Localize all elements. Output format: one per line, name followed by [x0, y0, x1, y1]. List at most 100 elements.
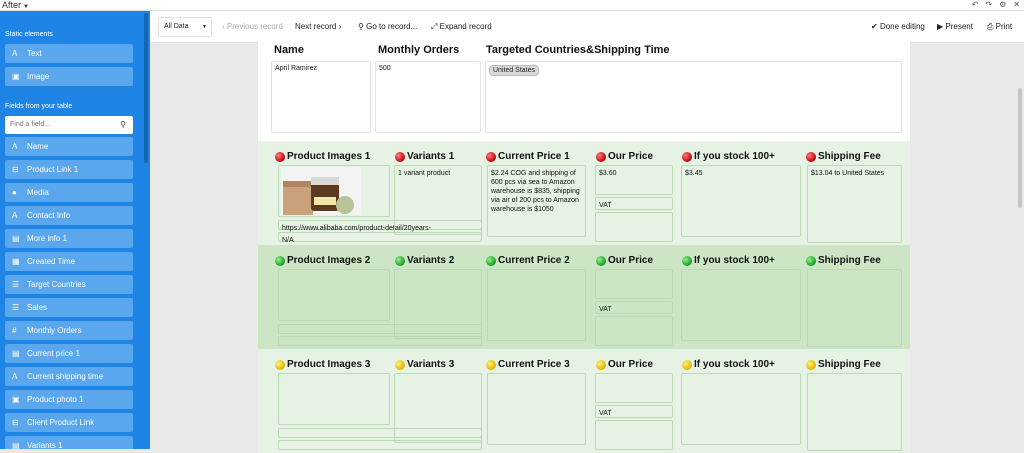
variants-field[interactable] — [394, 269, 482, 339]
name-field[interactable]: April Ramirez — [271, 61, 371, 133]
section-header-label: If you stock 100+ — [694, 255, 775, 266]
stock-100-field[interactable]: $3.45 — [681, 165, 801, 237]
variants-field[interactable] — [394, 373, 482, 443]
vat-label-field[interactable]: VAT — [595, 301, 673, 314]
our-price-field[interactable] — [595, 269, 673, 299]
current-price-field[interactable] — [487, 373, 586, 445]
section-header-label: Current Price 3 — [498, 359, 570, 370]
stock-100-field[interactable] — [681, 373, 801, 445]
section-2: Product Images 2 Variants 2 Current Price … — [258, 245, 910, 349]
static-item-label: Image — [27, 72, 50, 81]
image-icon: ▣ — [12, 395, 20, 404]
settings-icon[interactable]: ⚙ — [999, 0, 1006, 10]
field-item-monthly-orders[interactable]: # Monthly Orders — [5, 321, 133, 340]
field-item-product-photo-1[interactable]: ▣ Product photo 1 — [5, 390, 133, 409]
vat-value-field[interactable] — [595, 420, 673, 450]
product-image-field[interactable] — [278, 373, 390, 425]
field-item-product-link-1[interactable]: ⊟ Product Link 1 — [5, 160, 133, 179]
name-header: Name — [274, 44, 304, 56]
expand-record-label: Expand record — [439, 22, 492, 31]
product-image-field[interactable] — [278, 165, 390, 217]
field-item-current-shipping-time[interactable]: A Current shipping time — [5, 367, 133, 386]
close-icon[interactable]: ✕ — [1013, 0, 1020, 10]
section-header-label: Product Images 2 — [287, 255, 371, 266]
field-item-label: Contact Info — [27, 211, 71, 220]
variants-field[interactable]: 1 variant product — [394, 165, 482, 235]
fields-heading: Fields from your table — [5, 103, 73, 110]
countries-field[interactable]: United States — [485, 61, 902, 133]
select-icon: ☰ — [12, 303, 20, 312]
monthly-orders-field[interactable]: 500 — [375, 61, 481, 133]
go-to-record-button[interactable]: ⚲ Go to record... — [358, 11, 417, 43]
shipping-fee-field-value: $13.04 to United States — [811, 170, 885, 177]
field-item-label: Variants 1 — [27, 441, 63, 449]
product-images-header: Product Images 1 — [275, 151, 370, 162]
vat-value-field[interactable] — [595, 316, 673, 346]
field-item-variants-1[interactable]: ▤ Variants 1 — [5, 436, 133, 449]
vat-label-field[interactable]: VAT — [595, 405, 673, 418]
calendar-icon: ▦ — [12, 257, 20, 266]
section-header-label: Our Price — [608, 359, 654, 370]
vat-label-field[interactable]: VAT — [595, 197, 673, 210]
product-image-field[interactable] — [278, 269, 390, 321]
sidebar: Static elements A Text ▣ Image Fields from… — [0, 11, 150, 449]
page-scrollbar[interactable] — [1018, 88, 1022, 208]
field-item-contact-info[interactable]: A Contact Info — [5, 206, 133, 225]
green-status-icon — [806, 255, 816, 266]
view-select[interactable]: All Data ▼ — [158, 17, 212, 37]
field-item-target-countries[interactable]: ☰ Target Countries — [5, 275, 133, 294]
current-price-field[interactable]: $2.24 COG and shipping of 600 pcs via se… — [487, 165, 586, 237]
next-record-label: Next record — [295, 22, 337, 31]
red-status-icon — [395, 151, 405, 162]
section-header-label: Variants 2 — [407, 255, 455, 266]
current-price-field[interactable] — [487, 269, 586, 341]
field-item-more-info-1[interactable]: ▤ More info 1 — [5, 229, 133, 248]
current-price-field-value: $2.24 COG and shipping of 600 pcs via se… — [491, 170, 580, 213]
field-item-label: Target Countries — [27, 280, 86, 289]
our-price-field[interactable]: $3.60 — [595, 165, 673, 195]
field-item-label: Media — [27, 188, 49, 197]
present-button[interactable]: ▶ Present — [937, 11, 973, 43]
product-photo — [281, 167, 361, 215]
field-item-current-price-1[interactable]: ▤ Current price 1 — [5, 344, 133, 363]
section-header-label: Current Price 2 — [498, 255, 570, 266]
variants-header: Variants 2 — [395, 255, 454, 266]
redo-icon[interactable]: ↷ — [985, 0, 992, 10]
our-price-field[interactable] — [595, 373, 673, 403]
expand-record-button[interactable]: ⤢ Expand record — [431, 11, 492, 43]
expand-icon: ⤢ — [431, 22, 440, 31]
link-icon: ⊟ — [12, 165, 19, 174]
undo-icon[interactable]: ↶ — [972, 0, 979, 10]
country-tag[interactable]: United States — [489, 65, 540, 76]
field-item-label: Current price 1 — [27, 349, 80, 358]
field-search-input[interactable]: Find a field... ⚲ — [5, 116, 133, 134]
done-editing-label: Done editing — [879, 22, 925, 31]
static-item-text[interactable]: A Text — [5, 44, 133, 63]
red-status-icon — [682, 151, 692, 162]
field-item-name[interactable]: A Name — [5, 137, 133, 156]
record-page: Name Monthly Orders Targeted Countries&S… — [258, 41, 910, 453]
done-editing-button[interactable]: ✔ Done editing — [871, 11, 925, 43]
search-icon: ⚲ — [120, 120, 126, 129]
extra-field-value: N/A — [282, 237, 294, 244]
printer-icon: ⎙ — [987, 22, 996, 31]
previous-record-button[interactable]: ‹ Previous record — [222, 11, 283, 43]
red-status-icon — [806, 151, 816, 162]
field-item-label: Created Time — [27, 257, 76, 266]
shipping-fee-field[interactable] — [807, 373, 902, 451]
shipping-fee-field[interactable] — [807, 269, 902, 347]
current-price-header: Current Price 1 — [486, 151, 570, 162]
field-item-label: Monthly Orders — [27, 326, 82, 335]
section-header-label: Shipping Fee — [818, 359, 881, 370]
field-item-media[interactable]: ● Media — [5, 183, 133, 202]
next-record-button[interactable]: Next record › — [295, 11, 341, 43]
field-item-created-time[interactable]: ▦ Created Time — [5, 252, 133, 271]
static-item-image[interactable]: ▣ Image — [5, 67, 133, 86]
shipping-fee-field[interactable]: $13.04 to United States — [807, 165, 902, 243]
sidebar-scrollbar[interactable] — [144, 13, 148, 163]
vat-value-field[interactable] — [595, 212, 673, 242]
field-item-client-product-link[interactable]: ⊟ Client Product Link — [5, 413, 133, 432]
field-item-sales[interactable]: ☰ Sales — [5, 298, 133, 317]
print-button[interactable]: ⎙ Print — [987, 11, 1012, 43]
stock-100-field[interactable] — [681, 269, 801, 341]
